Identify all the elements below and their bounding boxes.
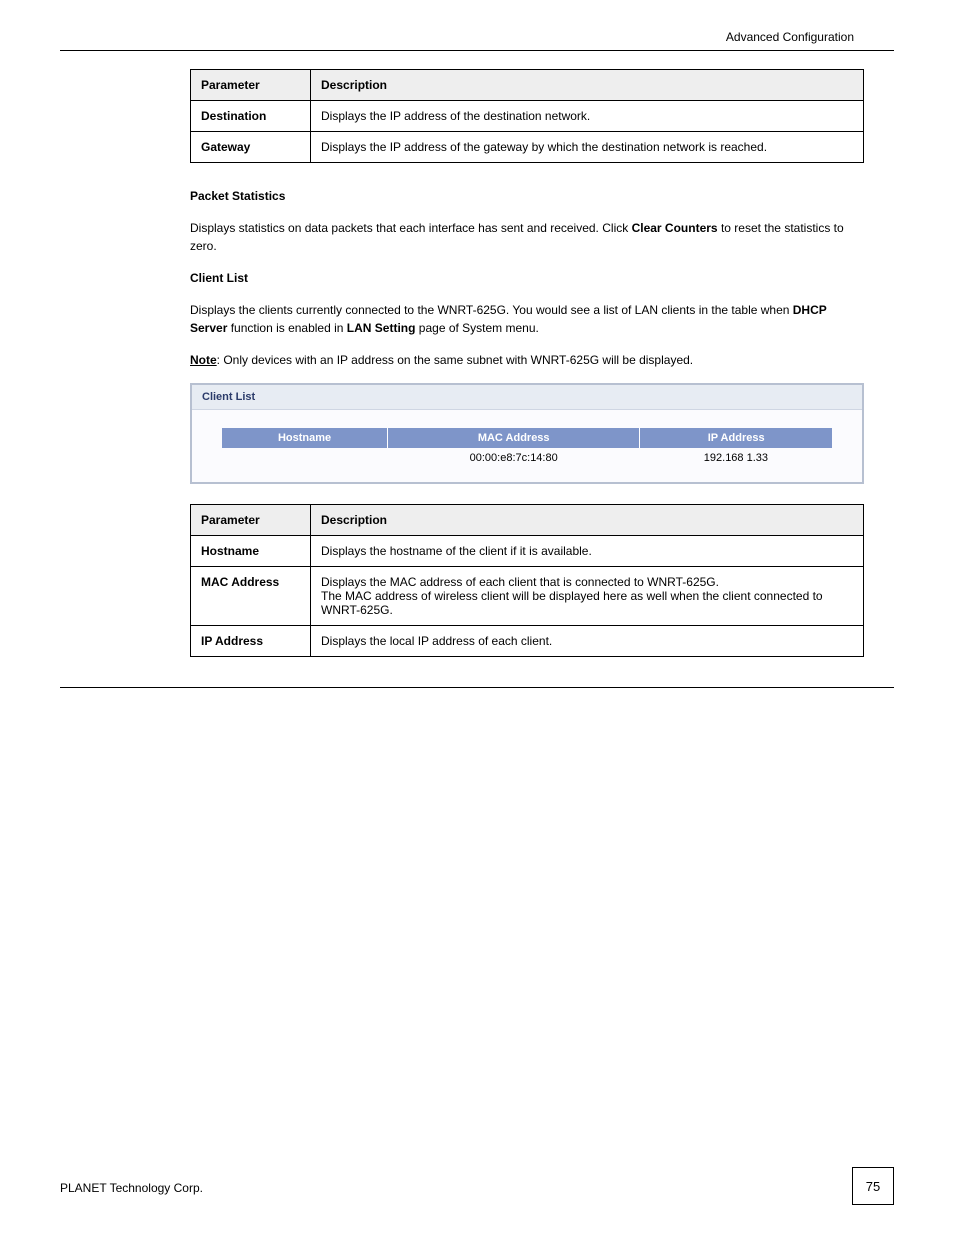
- desc-ip: Displays the local IP address of each cl…: [311, 626, 864, 657]
- footer-company: PLANET Technology Corp.: [60, 1181, 203, 1195]
- client-list-params: Parameter Description Hostname Displays …: [190, 504, 864, 657]
- header-section: Advanced Configuration: [60, 30, 894, 44]
- client-list-intro: Displays the clients currently connected…: [190, 301, 864, 337]
- col-mac: MAC Address: [388, 428, 640, 448]
- table-row: Hostname Displays the hostname of the cl…: [191, 536, 864, 567]
- desc-gateway: Displays the IP address of the gateway b…: [311, 132, 864, 163]
- packet-stats-text: Displays statistics on data packets that…: [190, 219, 864, 255]
- param-hostname: Hostname: [191, 536, 311, 567]
- col-desc: Description: [311, 505, 864, 536]
- param-ip: IP Address: [191, 626, 311, 657]
- client-list-screenshot: Client List Hostname MAC Address IP Addr…: [190, 383, 864, 484]
- table-row: MAC Address Displays the MAC address of …: [191, 567, 864, 626]
- cell-mac: 00:00:e8:7c:14:80: [388, 448, 640, 468]
- table-row: IP Address Displays the local IP address…: [191, 626, 864, 657]
- note-block: Note: Only devices with an IP address on…: [190, 351, 864, 369]
- param-mac: MAC Address: [191, 567, 311, 626]
- table-row: Gateway Displays the IP address of the g…: [191, 132, 864, 163]
- table-row: Destination Displays the IP address of t…: [191, 101, 864, 132]
- lan-setting-ref: LAN Setting: [347, 321, 416, 335]
- col-ip: IP Address: [640, 428, 832, 448]
- param-gateway: Gateway: [191, 132, 311, 163]
- desc-hostname: Displays the hostname of the client if i…: [311, 536, 864, 567]
- note-label: Note: [190, 353, 217, 367]
- cell-ip: 192.168 1.33: [640, 448, 832, 468]
- param-destination: Destination: [191, 101, 311, 132]
- desc-destination: Displays the IP address of the destinati…: [311, 101, 864, 132]
- main-content: Parameter Description Destination Displa…: [190, 69, 864, 657]
- col-param: Parameter: [191, 505, 311, 536]
- routing-table-params: Parameter Description Destination Displa…: [190, 69, 864, 163]
- clear-counters-ref: Clear Counters: [632, 221, 718, 235]
- ui-panel-title: Client List: [192, 385, 862, 410]
- cell-hostname: [222, 448, 388, 468]
- page-number: 75: [852, 1167, 894, 1205]
- col-hostname: Hostname: [222, 428, 388, 448]
- client-list-heading: Client List: [190, 269, 864, 287]
- header-rule: [60, 50, 894, 51]
- footer-rule: [60, 687, 894, 688]
- client-list-table: Hostname MAC Address IP Address 00:00:e8…: [222, 428, 832, 468]
- desc-mac: Displays the MAC address of each client …: [311, 567, 864, 626]
- note-text: : Only devices with an IP address on the…: [217, 353, 693, 367]
- col-desc: Description: [311, 70, 864, 101]
- packet-stats-heading: Packet Statistics: [190, 187, 864, 205]
- col-param: Parameter: [191, 70, 311, 101]
- table-row: 00:00:e8:7c:14:80 192.168 1.33: [222, 448, 832, 468]
